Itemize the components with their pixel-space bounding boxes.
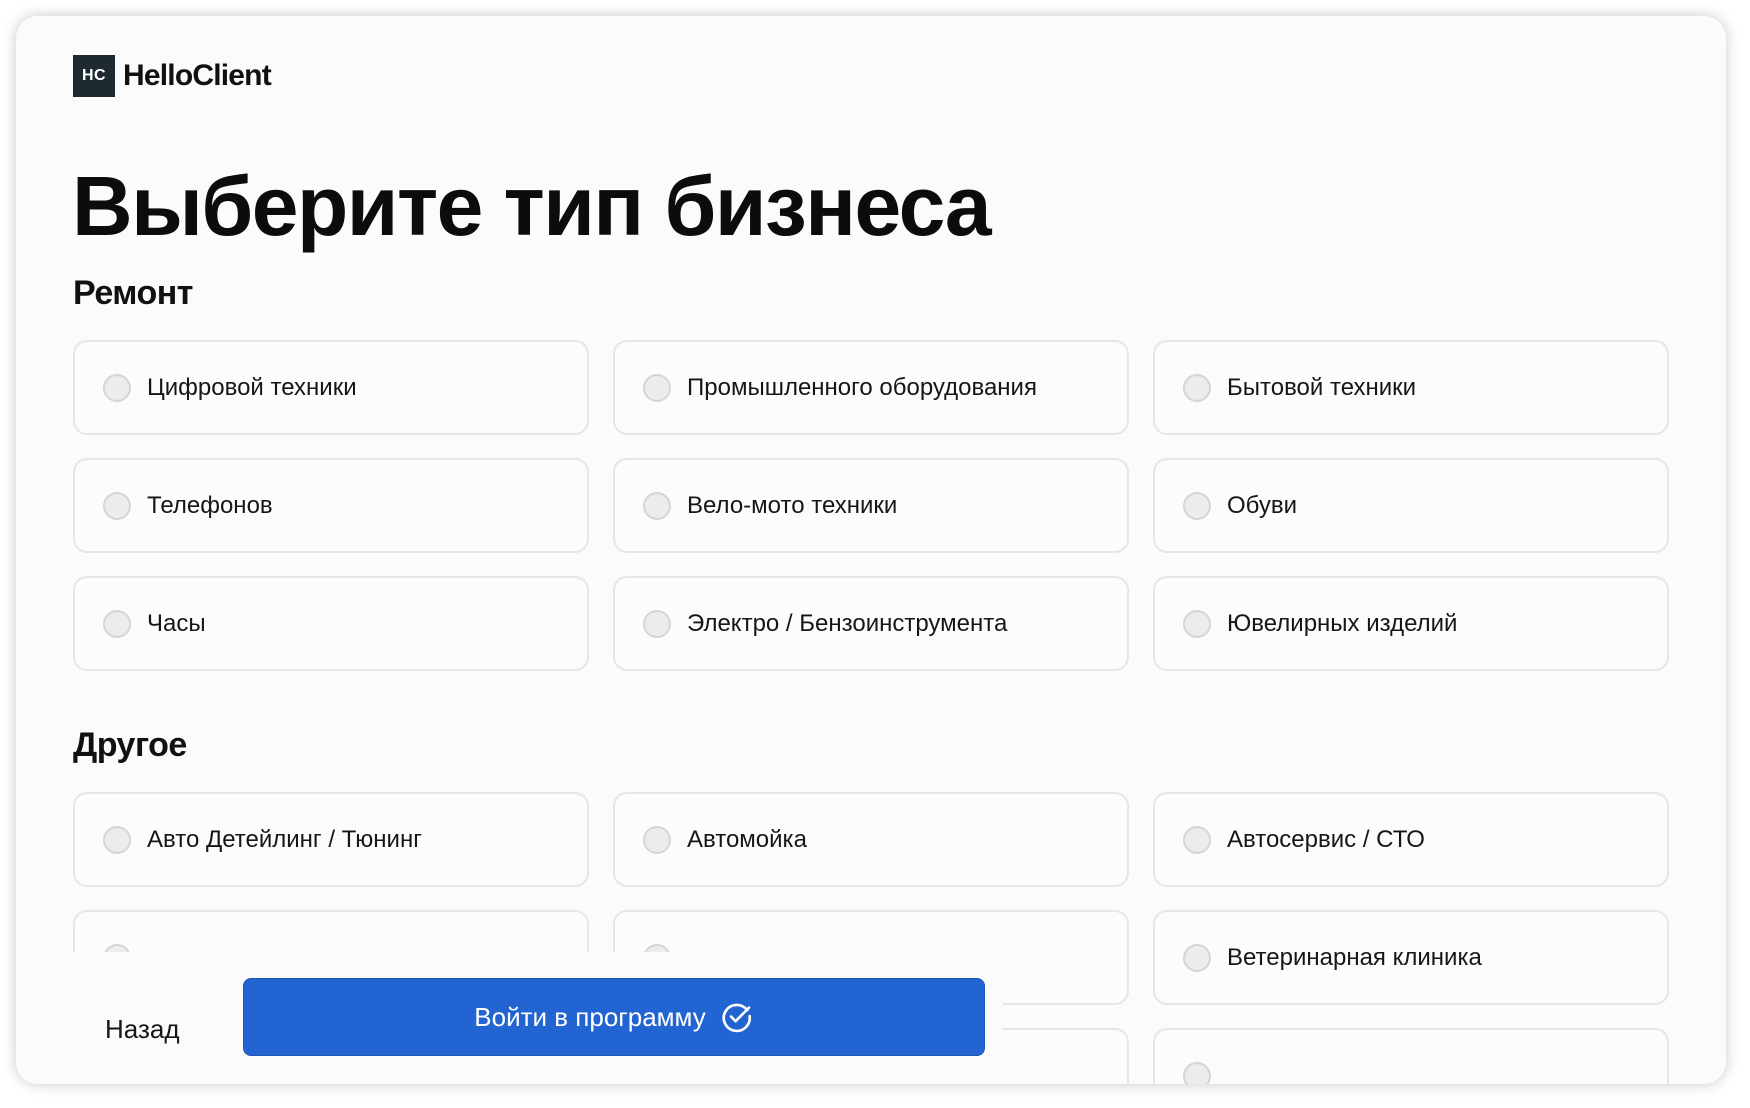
app-window: HC HelloClient Выберите тип бизнеса Ремо… [16,16,1726,1084]
option-label: Вело-мото техники [687,491,898,519]
option-bike-moto[interactable]: Вело-мото техники [613,458,1129,553]
option-label: Автомойка [687,825,807,853]
radio-button[interactable] [643,825,671,854]
radio-button[interactable] [643,373,671,402]
option-car-wash[interactable]: Автомойка [613,792,1129,887]
radio-button[interactable] [103,609,131,638]
radio-button[interactable] [1183,943,1211,972]
radio-button[interactable] [103,373,131,402]
option-label: Часы [147,609,206,637]
option-digital-equipment[interactable]: Цифровой техники [73,340,589,435]
radio-button[interactable] [1183,825,1211,854]
option-hidden-5[interactable] [1153,1028,1669,1084]
enter-program-label: Войти в программу [474,1001,706,1032]
option-industrial-equipment[interactable]: Промышленного оборудования [613,340,1129,435]
footer-action-bar: Назад Войти в программу [73,952,1003,1084]
option-phones[interactable]: Телефонов [73,458,589,553]
option-power-tools[interactable]: Электро / Бензоинструмента [613,576,1129,671]
option-home-appliances[interactable]: Бытовой техники [1153,340,1669,435]
radio-button[interactable] [103,491,131,520]
radio-button[interactable] [1183,1061,1211,1084]
option-label: Телефонов [147,491,273,519]
radio-button[interactable] [643,609,671,638]
option-label: Авто Детейлинг / Тюнинг [147,825,422,853]
page-title: Выберите тип бизнеса [72,159,992,253]
option-label: Ветеринарная клиника [1227,943,1482,971]
option-label: Промышленного оборудования [687,373,1037,401]
brand-name: HelloClient [123,59,272,92]
option-jewelry[interactable]: Ювелирных изделий [1153,576,1669,671]
brand-mark-icon: HC [73,55,115,97]
section-title-other: Другое [73,726,187,764]
option-watches[interactable]: Часы [73,576,589,671]
check-circle-icon [720,1000,754,1034]
radio-button[interactable] [643,491,671,520]
option-shoes[interactable]: Обуви [1153,458,1669,553]
option-label: Цифровой техники [147,373,357,401]
option-label: Бытовой техники [1227,373,1417,401]
option-label: Ювелирных изделий [1227,609,1458,637]
enter-program-button[interactable]: Войти в программу [243,978,985,1056]
radio-button[interactable] [1183,491,1211,520]
option-auto-service[interactable]: Автосервис / СТО [1153,792,1669,887]
repair-options-grid: Цифровой техники Промышленного оборудова… [73,340,1669,671]
brand-logo[interactable]: HC HelloClient [73,55,272,97]
option-auto-detailing[interactable]: Авто Детейлинг / Тюнинг [73,792,589,887]
radio-button[interactable] [1183,373,1211,402]
option-vet-clinic[interactable]: Ветеринарная клиника [1153,910,1669,1005]
option-label: Обуви [1227,491,1298,519]
section-title-repair: Ремонт [73,274,193,312]
option-label: Автосервис / СТО [1227,825,1425,853]
radio-button[interactable] [1183,609,1211,638]
back-link[interactable]: Назад [105,1014,180,1045]
option-label: Электро / Бензоинструмента [687,609,1008,637]
radio-button[interactable] [103,825,131,854]
